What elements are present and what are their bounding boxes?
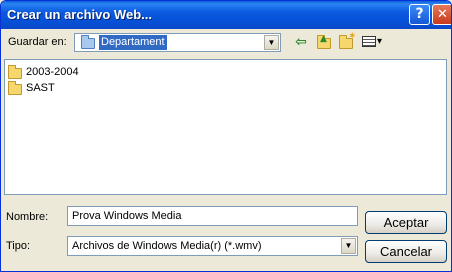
list-item[interactable]: SAST [8,81,55,95]
file-list[interactable]: 2003-2004 SAST [4,59,447,195]
list-item[interactable]: 2003-2004 [8,65,79,79]
cancel-button[interactable]: Cancelar [365,240,447,263]
folder-icon [81,35,95,49]
save-in-label: Guardar en: [8,36,67,48]
chevron-down-icon[interactable]: ▼ [264,35,279,50]
filetype-dropdown[interactable]: Archivos de Windows Media(r) (*.wmv) ▼ [67,236,358,256]
views-dropdown-glyph: ▾ [377,36,383,47]
file-item-name: SAST [26,82,55,94]
filetype-label: Tipo: [6,240,31,252]
new-folder-icon[interactable]: ✶ [337,31,357,50]
folder-icon [8,65,22,79]
close-icon: ✕ [437,7,448,22]
views-grid-shape [362,36,376,47]
title-bar[interactable]: Crear un archivo Web... ? ✕ [1,1,451,29]
back-arrow-icon[interactable]: ⇦ [291,34,311,50]
save-in-value: Departament [99,35,167,50]
window-title: Crear un archivo Web... [7,7,152,22]
up-arrow-glyph: ▲ [320,34,327,44]
filetype-value: Archivos de Windows Media(r) (*.wmv) [72,240,262,252]
filename-input[interactable] [67,206,358,226]
folder-icon [8,81,22,95]
filename-label: Nombre: [6,211,49,223]
help-button[interactable]: ? [409,4,430,25]
close-button[interactable]: ✕ [432,4,451,25]
help-icon: ? [415,6,424,22]
up-folder-icon[interactable]: ▲ [314,34,334,50]
save-in-dropdown[interactable]: Departament ▼ [74,33,281,52]
chevron-down-icon[interactable]: ▼ [341,238,356,254]
file-item-name: 2003-2004 [26,66,79,78]
sparkle-glyph: ✶ [348,31,357,42]
views-menu-icon[interactable]: ▾ [360,34,388,50]
accept-button[interactable]: Aceptar [365,211,447,234]
save-web-file-dialog: Crear un archivo Web... ? ✕ Guardar en: … [0,0,452,272]
